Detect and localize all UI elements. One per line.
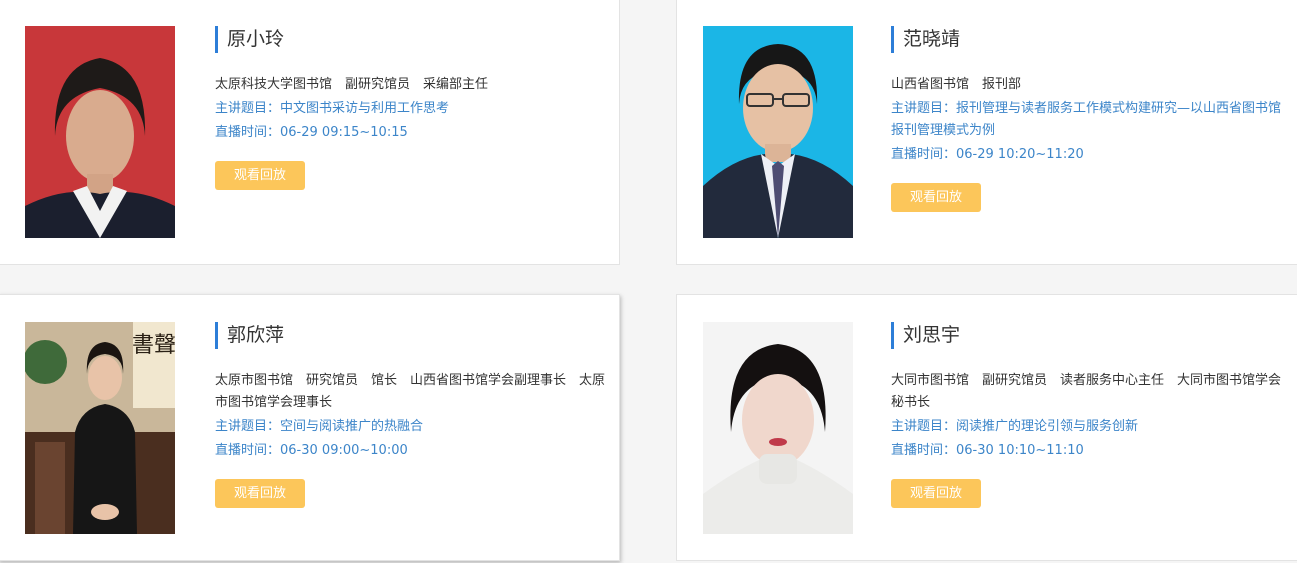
time-label: 直播时间： xyxy=(215,125,281,140)
topic-label: 主讲题目： xyxy=(891,101,957,116)
calligraphy-glyph: 書聲 xyxy=(132,333,175,358)
topic-label: 主讲题目： xyxy=(891,419,957,434)
speaker-affiliation: 太原市图书馆 研究馆员 馆长 山西省图书馆学会副理事长 太原市图书馆学会理事长 xyxy=(215,373,606,410)
speaker-name: 郭欣萍 xyxy=(215,322,607,349)
speaker-photo xyxy=(703,26,853,238)
topic-text: 阅读推广的理论引领与服务创新 xyxy=(956,419,1139,434)
speaker-photo xyxy=(25,26,175,238)
speaker-card: 刘思宇 大同市图书馆 副研究馆员 读者服务中心主任 大同市图书馆学会秘书长 主讲… xyxy=(676,294,1297,561)
topic-text: 中文图书采访与利用工作思考 xyxy=(280,101,450,116)
speaker-live-time: 直播时间：06-29 10:20~11:20 xyxy=(891,144,1283,166)
topic-text: 空间与阅读推广的热融合 xyxy=(280,419,424,434)
speaker-affiliation: 太原科技大学图书馆 副研究馆员 采编部主任 xyxy=(215,77,489,92)
speaker-name: 范晓靖 xyxy=(891,26,1283,53)
speaker-topic: 主讲题目：阅读推广的理论引领与服务创新 xyxy=(891,416,1283,438)
topic-label: 主讲题目： xyxy=(215,419,281,434)
time-label: 直播时间： xyxy=(215,443,281,458)
time-value: 06-29 09:15~10:15 xyxy=(280,125,408,140)
time-value: 06-29 10:20~11:20 xyxy=(956,147,1084,162)
watch-replay-button[interactable]: 观看回放 xyxy=(891,479,981,508)
time-label: 直播时间： xyxy=(891,147,957,162)
speaker-card: 書聲 郭欣萍 太原市图书馆 研究馆员 馆长 山西省图书馆学会副理事长 太原市图书… xyxy=(0,294,620,561)
time-value: 06-30 10:10~11:10 xyxy=(956,443,1084,458)
watch-replay-button[interactable]: 观看回放 xyxy=(215,479,305,508)
topic-label: 主讲题目： xyxy=(215,101,281,116)
speaker-topic: 主讲题目：报刊管理与读者服务工作模式构建研究—以山西省图书馆报刊管理模式为例 xyxy=(891,98,1283,142)
speaker-photo: 書聲 xyxy=(25,322,175,534)
speaker-name: 刘思宇 xyxy=(891,322,1283,349)
speaker-name: 原小玲 xyxy=(215,26,600,53)
watch-replay-button[interactable]: 观看回放 xyxy=(215,161,305,190)
speaker-live-time: 直播时间：06-29 09:15~10:15 xyxy=(215,122,600,144)
speaker-card: 原小玲 太原科技大学图书馆 副研究馆员 采编部主任 主讲题目：中文图书采访与利用… xyxy=(0,0,620,265)
time-value: 06-30 09:00~10:00 xyxy=(280,443,408,458)
speaker-photo xyxy=(703,322,853,534)
watch-replay-button[interactable]: 观看回放 xyxy=(891,183,981,212)
time-label: 直播时间： xyxy=(891,443,957,458)
speaker-topic: 主讲题目：中文图书采访与利用工作思考 xyxy=(215,98,600,120)
speaker-live-time: 直播时间：06-30 10:10~11:10 xyxy=(891,440,1283,462)
speaker-card: 范晓靖 山西省图书馆 报刊部 主讲题目：报刊管理与读者服务工作模式构建研究—以山… xyxy=(676,0,1297,265)
speaker-affiliation: 山西省图书馆 报刊部 xyxy=(891,77,1022,92)
speaker-live-time: 直播时间：06-30 09:00~10:00 xyxy=(215,440,607,462)
speaker-affiliation: 大同市图书馆 副研究馆员 读者服务中心主任 大同市图书馆学会秘书长 xyxy=(891,373,1282,410)
speaker-topic: 主讲题目：空间与阅读推广的热融合 xyxy=(215,416,607,438)
